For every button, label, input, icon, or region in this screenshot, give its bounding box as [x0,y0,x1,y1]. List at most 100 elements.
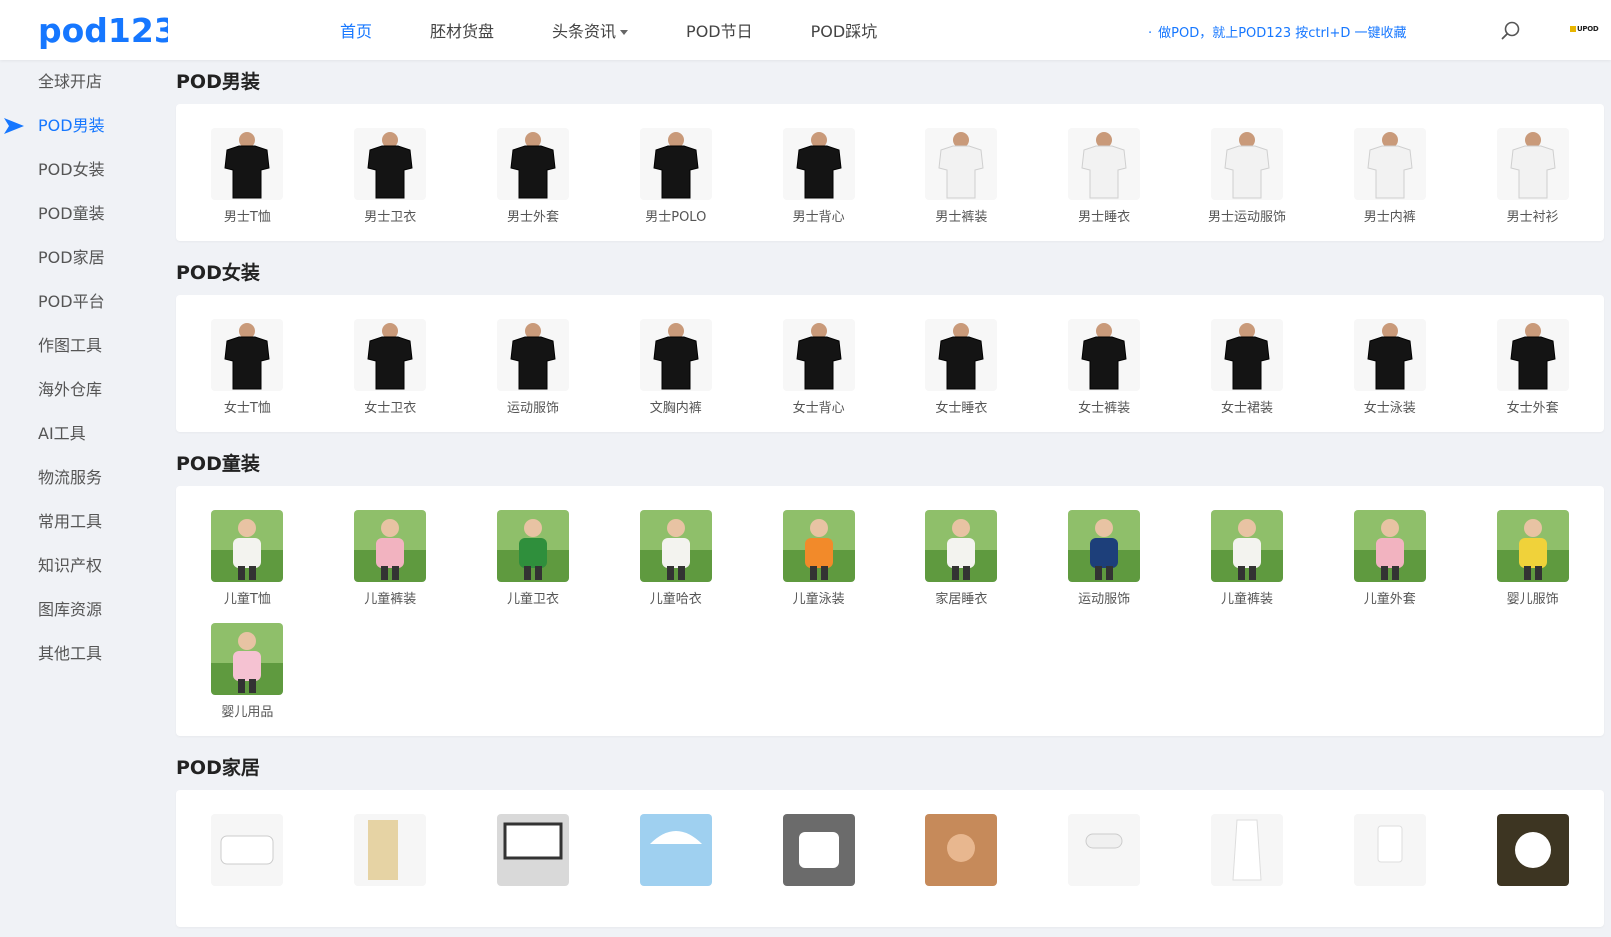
white-pajama-man-icon [1068,128,1141,200]
category-thumbnail [925,814,998,886]
category-label: 运动服饰 [1078,592,1131,607]
black-dress-icon [1210,319,1283,391]
category-label: 男士裤装 [935,210,988,225]
category-card[interactable] [319,814,462,927]
sidebar-item-11[interactable]: 知识产权 [0,544,160,588]
sidebar-item-label: 图库资源 [38,600,103,619]
category-card[interactable]: 儿童外套 [1318,510,1461,623]
category-card[interactable]: 男士衬衫 [1461,128,1604,241]
category-card[interactable]: 男士卫衣 [319,128,462,241]
category-card[interactable]: 男士睡衣 [1033,128,1176,241]
sidebar-item-0[interactable]: 全球开店 [0,60,160,104]
upod-logo-text: UPOD [1577,25,1599,33]
nav-item-2[interactable]: 头条资讯 [552,18,629,42]
category-thumbnail [496,319,569,391]
sidebar-item-label: POD童装 [38,204,105,223]
sidebar-item-2[interactable]: POD女装 [0,148,160,192]
sidebar-item-3[interactable]: POD童装 [0,192,160,236]
category-thumbnail [1353,128,1426,200]
category-card[interactable] [604,814,747,927]
nav-item-0[interactable]: 首页 [340,18,372,42]
category-panel: 男士T恤 男士卫衣 男士外套 男士POLO 男士背心 男士裤装 男士睡衣 男士运动服饰 男士内裤… [176,104,1604,241]
category-card[interactable]: 女士裤装 [1033,319,1176,432]
category-card[interactable]: 儿童哈衣 [604,510,747,623]
top-header: pod123 首页 胚材货盘 头条资讯 POD节日 POD踩坑 · 做POD，就上POD1… [0,0,1611,60]
category-card[interactable]: 女士卫衣 [319,319,462,432]
category-card[interactable] [890,814,1033,927]
category-card[interactable]: 女士外套 [1461,319,1604,432]
category-thumbnail [639,814,712,886]
sidebar-item-label: POD平台 [38,292,105,311]
category-label: 儿童裤装 [364,592,417,607]
category-card[interactable]: 婴儿用品 [176,623,319,736]
sidebar-item-6[interactable]: 作图工具 [0,324,160,368]
category-label: 男士POLO [645,210,707,225]
category-label: 女士裙装 [1220,401,1273,416]
nav-item-3[interactable]: POD节日 [686,18,753,42]
category-thumbnail [1068,128,1141,200]
category-card[interactable]: 男士背心 [747,128,890,241]
category-card[interactable]: 儿童T恤 [176,510,319,623]
category-card[interactable]: 运动服饰 [1033,510,1176,623]
category-card[interactable]: 男士T恤 [176,128,319,241]
category-card[interactable]: 女士泳装 [1318,319,1461,432]
sidebar-item-9[interactable]: 物流服务 [0,456,160,500]
category-label: 女士卫衣 [364,401,417,416]
category-thumbnail [1068,319,1141,391]
sidebar-item-8[interactable]: AI工具 [0,412,160,456]
category-card[interactable] [1461,814,1604,927]
category-card[interactable]: 家居睡衣 [890,510,1033,623]
category-thumbnail [639,128,712,200]
pink-kid-pants-icon [354,510,427,582]
category-thumbnail [782,319,855,391]
category-card[interactable]: 男士POLO [604,128,747,241]
category-label: 儿童哈衣 [649,592,702,607]
category-card[interactable] [1176,814,1319,927]
sidebar-item-10[interactable]: 常用工具 [0,500,160,544]
category-card[interactable]: 儿童裤装 [1176,510,1319,623]
category-label: 女士睡衣 [935,401,988,416]
category-card[interactable] [1318,814,1461,927]
sidebar-item-4[interactable]: POD家居 [0,236,160,280]
nav-item-1[interactable]: 胚材货盘 [430,18,494,42]
white-pillow-icon [782,814,855,886]
sidebar-item-7[interactable]: 海外仓库 [0,368,160,412]
category-card[interactable]: 男士内裤 [1318,128,1461,241]
category-label: 家居睡衣 [935,592,988,607]
sidebar-item-1[interactable]: POD男装 [0,104,160,148]
category-card[interactable] [462,814,605,927]
category-thumbnail [1353,814,1426,886]
category-card[interactable]: 男士裤装 [890,128,1033,241]
category-card[interactable] [1033,814,1176,927]
sidebar-item-label: 全球开店 [38,72,103,91]
category-card[interactable]: 文胸内裤 [604,319,747,432]
category-card[interactable]: 儿童泳装 [747,510,890,623]
sidebar-item-12[interactable]: 图库资源 [0,588,160,632]
site-logo[interactable]: pod123 [38,10,168,52]
search-button[interactable] [1500,20,1522,42]
category-card[interactable]: 婴儿服饰 [1461,510,1604,623]
category-card[interactable]: 女士背心 [747,319,890,432]
category-card[interactable]: 运动服饰 [462,319,605,432]
category-card[interactable]: 男士外套 [462,128,605,241]
category-label: 男士睡衣 [1078,210,1131,225]
active-arrow-icon [4,118,24,134]
category-card[interactable]: 男士运动服饰 [1176,128,1319,241]
nav-item-4[interactable]: POD踩坑 [811,18,878,42]
category-card[interactable]: 儿童卫衣 [462,510,605,623]
category-card[interactable]: 女士T恤 [176,319,319,432]
sidebar-item-5[interactable]: POD平台 [0,280,160,324]
category-card[interactable]: 女士裙装 [1176,319,1319,432]
nav-item-label: 首页 [340,22,373,41]
main-nav: 首页 胚材货盘 头条资讯 POD节日 POD踩坑 [340,0,935,60]
sidebar-item-13[interactable]: 其他工具 [0,632,160,676]
category-card[interactable]: 儿童裤装 [319,510,462,623]
white-shirt-man-icon [1496,128,1569,200]
category-card[interactable] [176,814,319,927]
category-card[interactable] [747,814,890,927]
category-label: 男士运动服饰 [1207,210,1286,225]
upod-mini-logo[interactable]: UPOD [1570,25,1604,35]
category-card[interactable]: 女士睡衣 [890,319,1033,432]
category-label: 男士外套 [506,210,559,225]
